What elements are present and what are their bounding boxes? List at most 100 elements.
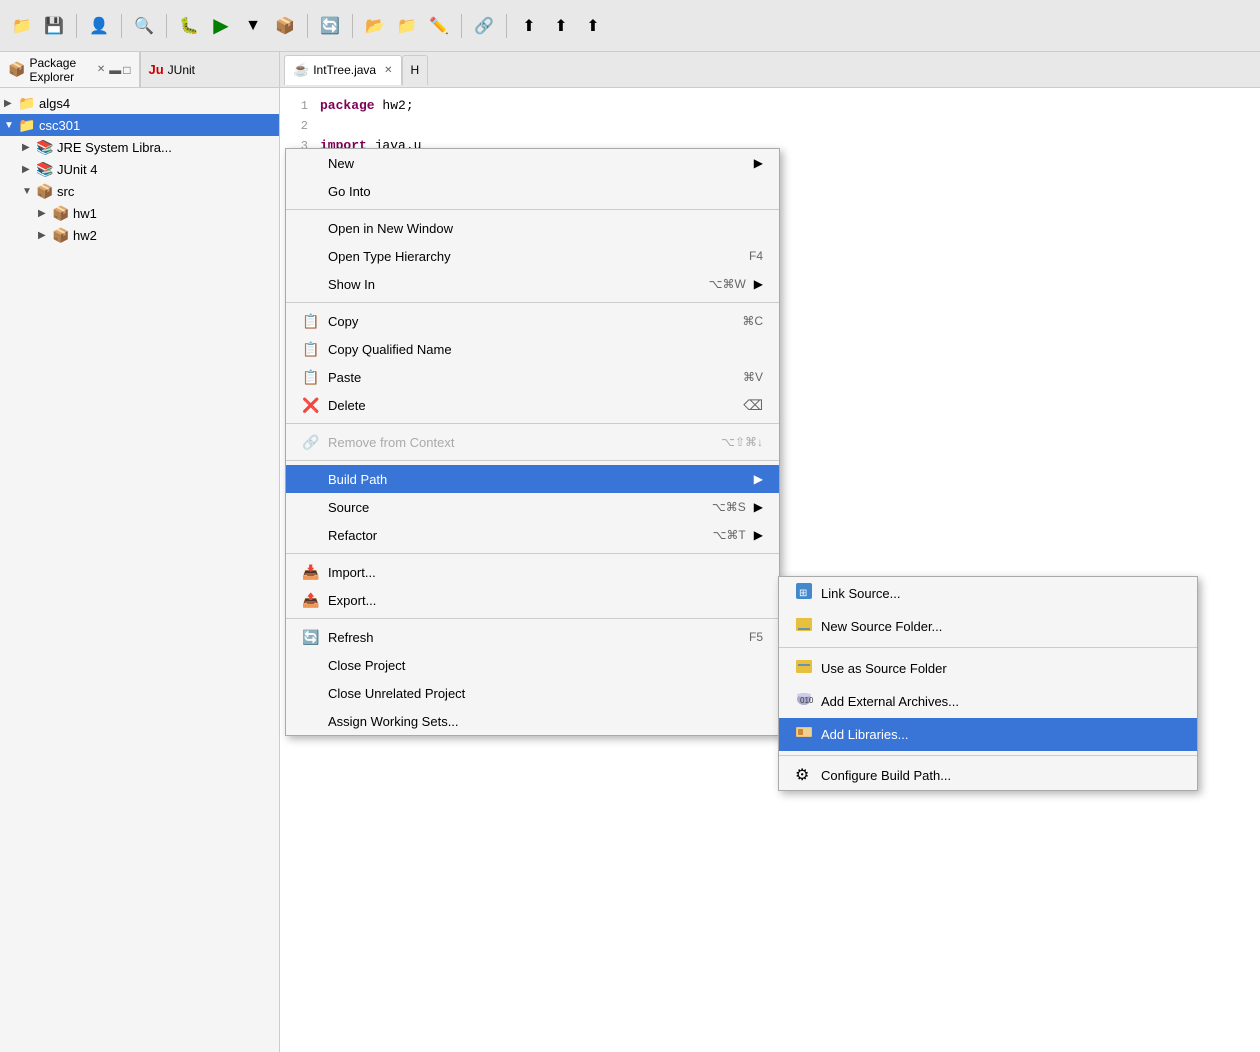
profile-button[interactable]: 👤 [85,12,113,40]
folder-button[interactable]: 📁 [393,12,421,40]
save-button[interactable]: 💾 [40,12,68,40]
submenu-item-configure-build-path[interactable]: ⚙ Configure Build Path... [779,760,1197,790]
line-content-2[interactable] [320,116,1260,136]
menu-separator-4 [286,460,779,461]
library-icon-jre: 📚 [36,139,54,156]
menu-label-open-new-window: Open in New Window [328,221,763,236]
edit-button[interactable]: ✏️ [425,12,453,40]
link-button[interactable]: 🔗 [470,12,498,40]
editor-tab-label: IntTree.java [313,63,376,77]
menu-separator-6 [286,618,779,619]
menu-item-close-project[interactable]: Close Project [286,651,779,679]
tree-label-csc301: csc301 [39,118,80,133]
editor-tab-h-label: H [411,63,420,77]
tree-item-algs4[interactable]: ▶ 📁 algs4 [0,92,279,114]
menu-item-refresh[interactable]: 🔄 Refresh F5 [286,623,779,651]
menu-label-gointo: Go Into [328,184,763,199]
junit-tab-section[interactable]: Ju JUnit [141,52,280,87]
toolbar-separator-1 [76,14,77,38]
new-file-button[interactable]: 📁 [8,12,36,40]
menu-item-export[interactable]: 📤 Export... [286,586,779,614]
maximize-icon[interactable]: □ [123,63,130,77]
menu-item-open-type-hierarchy[interactable]: Open Type Hierarchy F4 [286,242,779,270]
tree-label-jre: JRE System Libra... [57,140,172,155]
submenu-item-link-source[interactable]: ⊞ Link Source... [779,577,1197,610]
menu-item-paste[interactable]: 📋 Paste ⌘V [286,363,779,391]
pkg-tab-toolbar: ▬ □ [109,63,130,77]
folder-icon-src: 📦 [36,183,54,200]
tree-item-jre[interactable]: ▶ 📚 JRE System Libra... [0,136,279,158]
tree-arrow-src: ▼ [22,186,36,197]
build-path-arrow-icon: ▶ [754,472,763,486]
paste-shortcut: ⌘V [743,370,763,384]
menu-label-remove-context: Remove from Context [328,435,701,450]
tree-item-hw2[interactable]: ▶ 📦 hw2 [0,224,279,246]
tree-label-junit4: JUnit 4 [57,162,97,177]
up-button-3[interactable]: ⬆ [579,12,607,40]
open-type-hierarchy-shortcut: F4 [749,249,763,263]
editor-tab-inttree[interactable]: ☕ IntTree.java ✕ [284,55,402,85]
editor-tab-h[interactable]: H [402,55,429,85]
menu-label-delete: Delete [328,398,723,413]
refresh-button[interactable]: 🔄 [316,12,344,40]
import-icon: 📥 [302,564,324,581]
menu-item-source[interactable]: Source ⌥⌘S ▶ [286,493,779,521]
menu-item-assign-working-sets[interactable]: Assign Working Sets... [286,707,779,735]
menu-item-refactor[interactable]: Refactor ⌥⌘T ▶ [286,521,779,549]
package-explorer-tab-close[interactable]: ✕ [97,64,105,75]
line-content-1[interactable]: package hw2; [320,96,1260,116]
menu-item-build-path[interactable]: Build Path ▶ [286,465,779,493]
debug-button[interactable]: 🐛 [175,12,203,40]
package-explorer-tab-section: 📦 Package Explorer ✕ ▬ □ [0,52,140,87]
minimize-icon[interactable]: ▬ [109,63,121,77]
tree-item-csc301[interactable]: ▼ 📁 csc301 [0,114,279,136]
refresh-shortcut: F5 [749,630,763,644]
new-arrow-icon: ▶ [754,156,763,170]
menu-item-gointo[interactable]: Go Into [286,177,779,205]
submenu-item-use-as-source[interactable]: Use as Source Folder [779,652,1197,685]
toolbar-separator-3 [166,14,167,38]
svg-text:⊞: ⊞ [799,588,807,599]
menu-item-close-unrelated[interactable]: Close Unrelated Project [286,679,779,707]
tree-arrow-algs4: ▶ [4,98,18,109]
open-folder-button[interactable]: 📂 [361,12,389,40]
menu-item-remove-context[interactable]: 🔗 Remove from Context ⌥⇧⌘↓ [286,428,779,456]
menu-separator-5 [286,553,779,554]
source-shortcut: ⌥⌘S [712,500,746,514]
menu-item-new[interactable]: New ▶ [286,149,779,177]
submenu-label-add-libraries: Add Libraries... [821,727,1181,742]
menu-item-copy[interactable]: 📋 Copy ⌘C [286,307,779,335]
run-button[interactable]: ▶ [207,12,235,40]
tree-arrow-hw1: ▶ [38,208,52,219]
menu-label-source: Source [328,500,692,515]
junit-icon: Ju [149,62,164,77]
toolbar-separator-2 [121,14,122,38]
toolbar-separator-5 [352,14,353,38]
show-in-arrow-icon: ▶ [754,277,763,291]
run-dropdown-button[interactable]: ▼ [239,12,267,40]
menu-item-delete[interactable]: ❌ Delete ⌫ [286,391,779,419]
tree-item-src[interactable]: ▼ 📦 src [0,180,279,202]
package-explorer-tab-label[interactable]: Package Explorer [29,56,88,84]
tree-item-junit4[interactable]: ▶ 📚 JUnit 4 [0,158,279,180]
search-button[interactable]: 🔍 [130,12,158,40]
line-number-2: 2 [280,116,320,136]
submenu-item-add-libraries[interactable]: Add Libraries... [779,718,1197,751]
code-line-2: 2 [280,116,1260,136]
menu-item-show-in[interactable]: Show In ⌥⌘W ▶ [286,270,779,298]
package-icon-hw1: 📦 [52,205,70,222]
submenu-item-new-source-folder[interactable]: New Source Folder... [779,610,1197,643]
build-button[interactable]: 📦 [271,12,299,40]
menu-item-copy-qualified-name[interactable]: 📋 Copy Qualified Name [286,335,779,363]
menu-item-import[interactable]: 📥 Import... [286,558,779,586]
submenu-item-add-external-archives[interactable]: 010 Add External Archives... [779,685,1197,718]
link-source-icon: ⊞ [795,582,817,605]
remove-context-icon: 🔗 [302,434,324,451]
junit-tab-label[interactable]: JUnit [168,63,195,77]
editor-tab-close[interactable]: ✕ [384,65,392,76]
copy-icon: 📋 [302,313,324,330]
up-button-1[interactable]: ⬆ [515,12,543,40]
up-button-2[interactable]: ⬆ [547,12,575,40]
menu-item-open-new-window[interactable]: Open in New Window [286,214,779,242]
tree-item-hw1[interactable]: ▶ 📦 hw1 [0,202,279,224]
